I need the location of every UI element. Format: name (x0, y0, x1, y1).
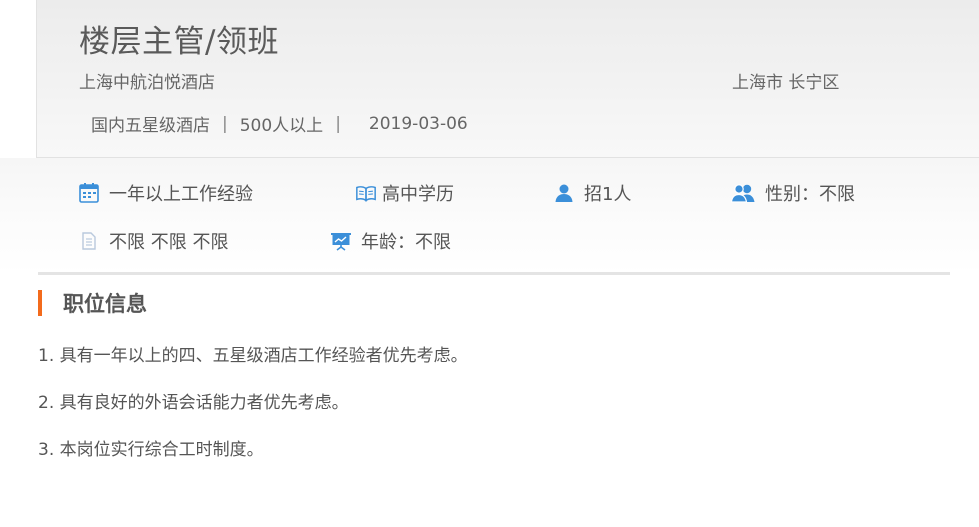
description-line: 2. 具有良好的外语会话能力者优先考虑。 (38, 393, 349, 413)
attr-other-text: 不限 不限 不限 (109, 232, 229, 253)
job-title: 楼层主管/领班 (79, 24, 279, 60)
attr-experience: 一年以上工作经验 (78, 180, 253, 206)
attr-education-text: 高中学历 (382, 184, 454, 205)
company-industry: 国内五星级酒店 (91, 116, 210, 136)
job-header-card: 楼层主管/领班 上海中航泊悦酒店 上海市 长宁区 国内五星级酒店 | 500人以… (36, 0, 979, 158)
company-size: 500人以上 (239, 116, 324, 136)
open-book-icon (355, 182, 377, 204)
description-line: 3. 本岗位实行综合工时制度。 (38, 440, 264, 460)
people-icon (730, 182, 756, 204)
job-location: 上海市 长宁区 (732, 73, 840, 93)
post-date: 2019-03-06 (368, 113, 468, 134)
attr-gender-text: 性别：不限 (765, 184, 855, 205)
company-meta-row: 国内五星级酒店 | 500人以上 | 2019-03-06 (91, 111, 468, 137)
person-icon (553, 182, 575, 204)
meta-separator: | (222, 113, 228, 134)
company-name[interactable]: 上海中航泊悦酒店 (79, 68, 215, 93)
document-icon (78, 230, 100, 252)
attr-age: 年龄：不限 (330, 228, 451, 254)
attr-age-text: 年龄：不限 (361, 232, 451, 253)
attr-other: 不限 不限 不限 (78, 228, 228, 254)
attr-headcount-text: 招1人 (584, 184, 632, 205)
section-divider (38, 272, 950, 275)
meta-separator: | (335, 113, 341, 134)
description-line: 1. 具有一年以上的四、五星级酒店工作经验者优先考虑。 (38, 346, 468, 366)
section-accent-bar (38, 290, 42, 316)
attr-gender: 性别：不限 (730, 180, 855, 206)
section-title: 职位信息 (63, 292, 147, 316)
attr-education: 高中学历 (355, 180, 454, 206)
presentation-board-icon (330, 230, 352, 252)
attr-headcount: 招1人 (553, 180, 631, 206)
section-heading: 职位信息 (38, 290, 147, 316)
calendar-icon (78, 182, 100, 204)
job-attributes-band (0, 158, 979, 274)
attr-experience-text: 一年以上工作经验 (109, 184, 253, 205)
